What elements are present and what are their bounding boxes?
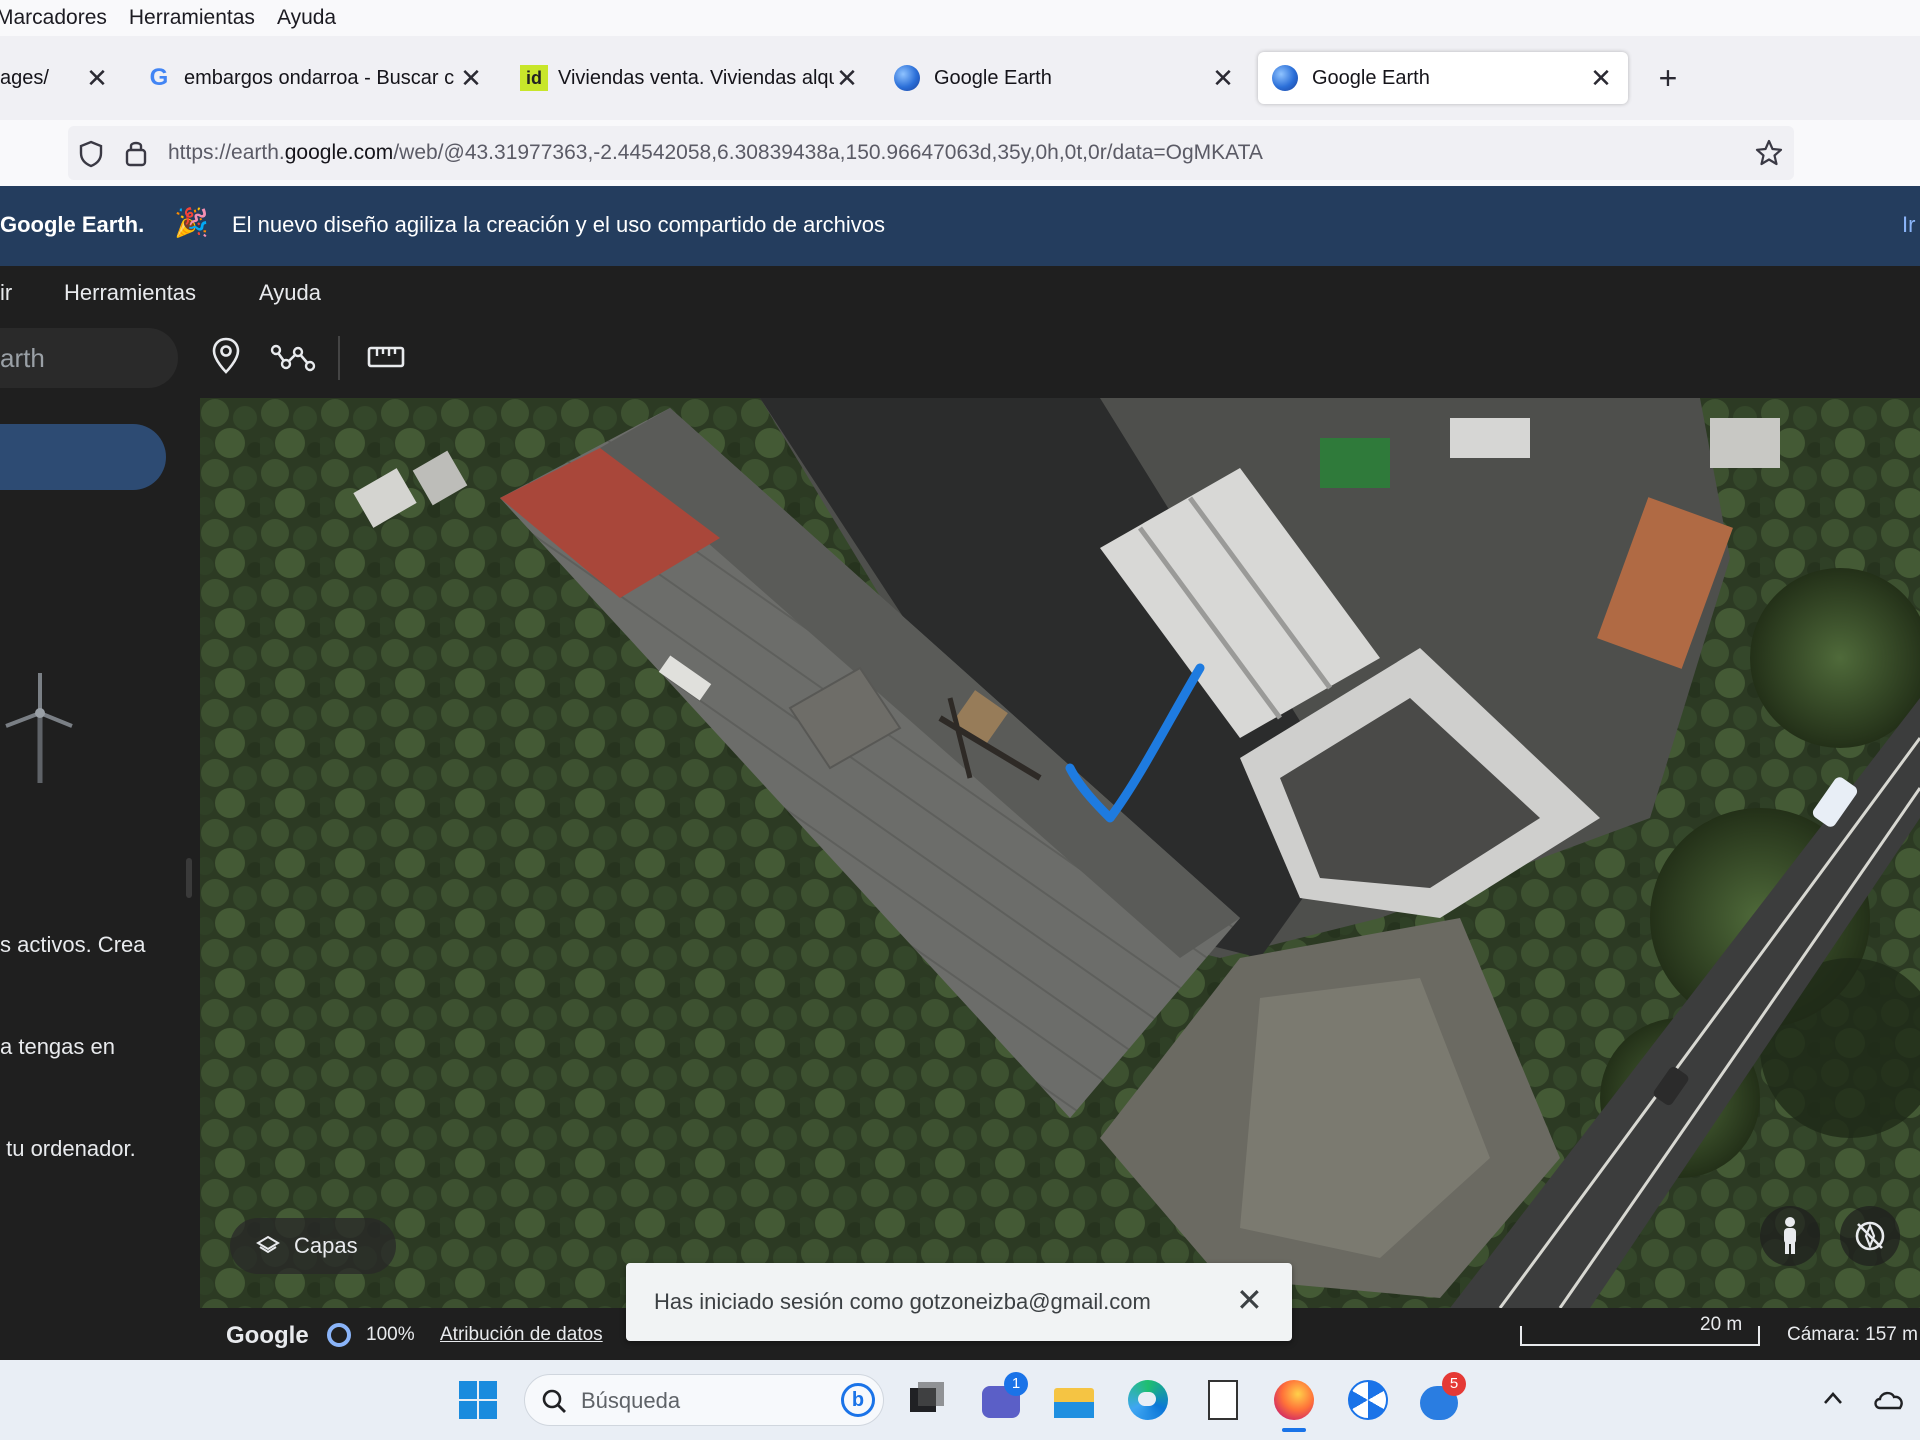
- windows-start-icon[interactable]: [458, 1380, 498, 1420]
- signin-toast: Has iniciado sesión como gotzoneizba@gma…: [626, 1263, 1292, 1341]
- shield-icon[interactable]: [78, 140, 104, 168]
- close-icon[interactable]: ✕: [1236, 1281, 1263, 1319]
- google-logo: Google: [226, 1322, 309, 1349]
- app-badge-icon[interactable]: 5: [1418, 1372, 1466, 1422]
- google-g-icon: G: [149, 64, 169, 91]
- onedrive-cloud-icon[interactable]: [1872, 1386, 1906, 1412]
- tab-google-earth-active[interactable]: Google Earth ✕: [1258, 52, 1628, 104]
- tab-title: ages/: [0, 66, 49, 89]
- lock-icon[interactable]: [124, 138, 148, 168]
- taskbar-search[interactable]: Búsqueda b: [524, 1374, 884, 1426]
- compass-off-icon: [1855, 1221, 1885, 1251]
- earth-menubar: ir Herramientas Ayuda: [0, 266, 1920, 318]
- banner-brand: Google Earth.: [0, 212, 145, 237]
- close-icon[interactable]: ✕: [832, 52, 862, 104]
- data-attribution-link[interactable]: Atribución de datos: [440, 1324, 603, 1346]
- earth-sidebar: s activos. Crea a tengas en tu ordenador…: [0, 398, 200, 1360]
- bookmark-star-icon[interactable]: [1754, 138, 1784, 168]
- tab-google-search[interactable]: G embargos ondarroa - Buscar co ✕: [146, 52, 486, 104]
- menu-tools[interactable]: Herramientas: [129, 6, 255, 30]
- placemark-icon[interactable]: [210, 336, 242, 376]
- bing-icon[interactable]: b: [841, 1383, 875, 1417]
- camera-altitude: Cámara: 157 m: [1787, 1324, 1918, 1345]
- tab-strip: ages/ ✕ G embargos ondarroa - Buscar co …: [0, 36, 1920, 120]
- ruler-icon[interactable]: [366, 342, 406, 372]
- earth-menu-help[interactable]: Ayuda: [259, 280, 321, 306]
- path-icon[interactable]: [270, 340, 316, 374]
- party-icon: 🎉: [174, 207, 209, 238]
- file-explorer-icon[interactable]: [1052, 1378, 1096, 1422]
- search-icon: [542, 1389, 566, 1413]
- scale-label: 20 m: [1700, 1314, 1743, 1335]
- sidebar-resize-handle[interactable]: [186, 858, 192, 898]
- street-view-button[interactable]: [1760, 1206, 1820, 1266]
- firefox-icon[interactable]: [1272, 1378, 1316, 1432]
- close-icon[interactable]: ✕: [82, 52, 112, 104]
- compass-button[interactable]: [1840, 1206, 1900, 1266]
- earth-menu-ir[interactable]: ir: [0, 280, 12, 306]
- radiation-app-icon[interactable]: [1346, 1378, 1390, 1422]
- tab-title: Google Earth: [934, 66, 1052, 89]
- close-icon[interactable]: ✕: [1208, 52, 1238, 104]
- close-icon[interactable]: ✕: [456, 52, 486, 104]
- loading-ring-icon: [327, 1323, 351, 1347]
- tab-google-earth[interactable]: Google Earth ✕: [894, 52, 1238, 104]
- edge-icon[interactable]: [1126, 1378, 1170, 1422]
- wind-turbine-icon: [5, 673, 73, 783]
- browser-menubar: Marcadores Herramientas Ayuda: [0, 0, 1920, 36]
- toolbar-divider: [338, 336, 340, 380]
- earth-toolbar: arth: [0, 318, 1920, 398]
- menu-bookmarks[interactable]: Marcadores: [0, 6, 107, 30]
- nav-bar: https://earth.google.com/web/@43.3197736…: [0, 120, 1920, 186]
- taskbar-search-placeholder: Búsqueda: [581, 1388, 681, 1413]
- pegman-icon: [1784, 1217, 1796, 1254]
- layers-button[interactable]: Capas: [230, 1218, 396, 1274]
- task-view-icon[interactable]: [904, 1378, 948, 1422]
- teams-chat-icon[interactable]: 1: [980, 1372, 1028, 1422]
- chevron-up-icon[interactable]: [1822, 1388, 1844, 1410]
- banner-link[interactable]: Ir: [1902, 212, 1915, 238]
- close-icon[interactable]: ✕: [1586, 52, 1616, 104]
- earth-icon: [894, 65, 920, 91]
- toast-message: Has iniciado sesión como gotzoneizba@gma…: [654, 1289, 1151, 1314]
- idealista-icon: id: [520, 65, 548, 91]
- layers-label: Capas: [294, 1233, 358, 1258]
- tab-pages[interactable]: ages/ ✕: [0, 52, 112, 104]
- url-bar[interactable]: https://earth.google.com/web/@43.3197736…: [68, 126, 1794, 180]
- layers-icon: [256, 1235, 280, 1254]
- satellite-map[interactable]: Capas: [200, 398, 1920, 1308]
- new-project-button[interactable]: [0, 424, 166, 490]
- url-text[interactable]: https://earth.google.com/web/@43.3197736…: [168, 126, 1263, 180]
- tab-title: Viviendas venta. Viviendas alqu: [558, 66, 834, 89]
- menu-help[interactable]: Ayuda: [277, 6, 336, 30]
- announcement-banner: Google Earth. 🎉 El nuevo diseño agiliza …: [0, 186, 1920, 266]
- banner-message: El nuevo diseño agiliza la creación y el…: [232, 212, 886, 237]
- notepad-icon[interactable]: [1202, 1378, 1246, 1422]
- earth-icon: [1272, 65, 1298, 91]
- earth-search-input[interactable]: arth: [0, 328, 178, 388]
- tab-title: embargos ondarroa - Buscar co: [184, 66, 454, 89]
- sidebar-empty-text: s activos. Crea a tengas en tu ordenador…: [0, 932, 146, 1161]
- new-tab-button[interactable]: +: [1648, 52, 1688, 104]
- zoom-level: 100%: [366, 1324, 415, 1345]
- windows-taskbar: Búsqueda b 1 5: [0, 1360, 1920, 1440]
- earth-menu-tools[interactable]: Herramientas: [64, 280, 196, 306]
- tab-title: Google Earth: [1312, 66, 1430, 89]
- satellite-imagery: [200, 398, 1920, 1308]
- tab-viviendas[interactable]: id Viviendas venta. Viviendas alqu ✕: [520, 52, 862, 104]
